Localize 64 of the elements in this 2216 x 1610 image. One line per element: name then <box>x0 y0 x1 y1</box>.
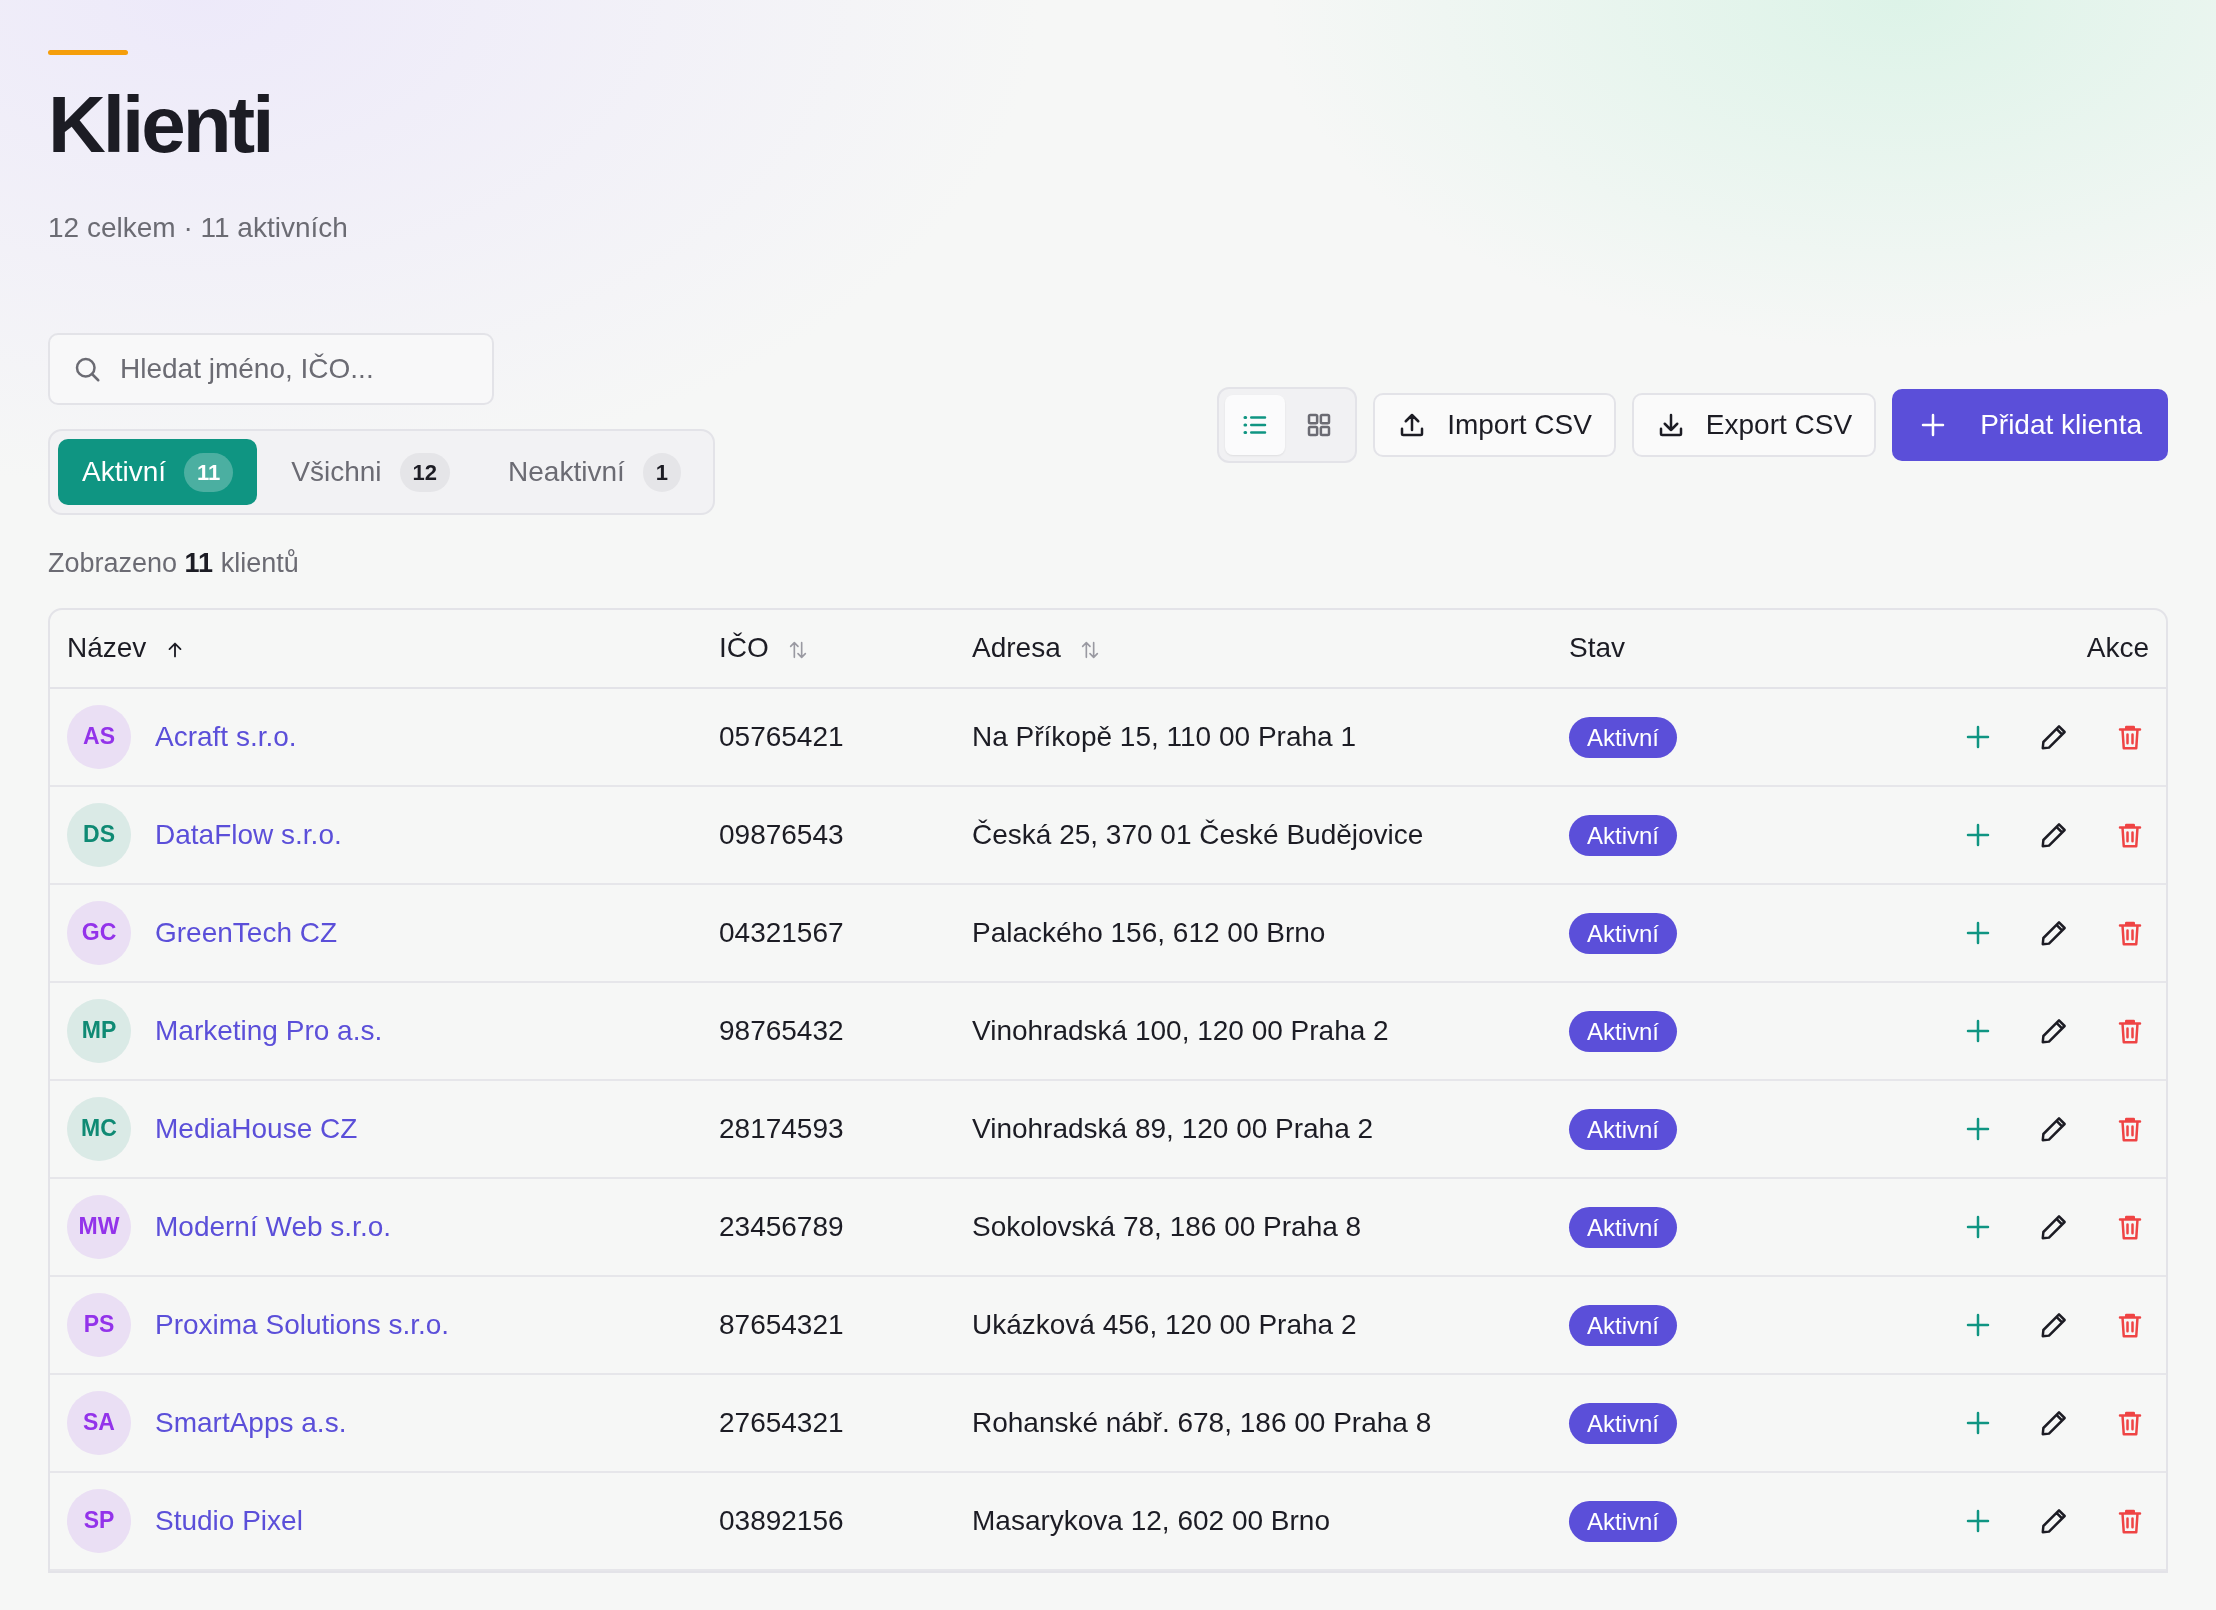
count-badge: 1 <box>642 452 681 492</box>
ico-number: 28174593 <box>719 1112 844 1144</box>
page-title: Klienti <box>48 85 273 165</box>
filter-tab[interactable]: Neaktivní 1 <box>484 439 705 505</box>
address-text: Sokolovská 78, 186 00 Praha 8 <box>972 1210 1362 1242</box>
address-text: Rohanské nábř. 678, 186 00 Praha 8 <box>972 1406 1432 1438</box>
status-badge: Aktivní <box>1569 814 1678 856</box>
import-button[interactable]: Import CSV <box>1373 393 1616 457</box>
address-text: Vinohradská 89, 120 00 Praha 2 <box>972 1112 1374 1144</box>
avatar: SP <box>67 1488 131 1553</box>
status-badge: Aktivní <box>1569 1304 1678 1346</box>
status-badge: Aktivní <box>1569 1500 1678 1542</box>
avatar: AS <box>67 704 131 769</box>
address-text: Ukázková 456, 120 00 Praha 2 <box>972 1308 1357 1340</box>
client-name-link[interactable]: DataFlow s.r.o. <box>155 813 342 856</box>
status-badge: Aktivní <box>1569 912 1678 954</box>
avatar: MP <box>67 998 131 1063</box>
column-header[interactable]: Název <box>67 632 147 663</box>
result-count: Zobrazeno 11 klientů <box>48 547 300 580</box>
ico-number: 05765421 <box>719 720 844 752</box>
client-name-link[interactable]: GreenTech CZ <box>155 911 338 954</box>
avatar: GC <box>67 900 131 965</box>
ico-number: 23456789 <box>719 1210 844 1242</box>
column-header: Stav <box>1569 632 1626 663</box>
status-badge: Aktivní <box>1569 716 1678 758</box>
status-badge: Aktivní <box>1569 1402 1678 1444</box>
status-badge: Aktivní <box>1569 1108 1678 1150</box>
count-badge: 12 <box>399 452 451 492</box>
column-header: Akce <box>2086 632 2149 663</box>
page-subtitle: 12 celkem · 11 aktivních <box>48 211 349 245</box>
address-text: Palackého 156, 612 00 Brno <box>972 916 1326 948</box>
ico-number: 27654321 <box>719 1406 844 1438</box>
status-badge: Aktivní <box>1569 1010 1678 1052</box>
filter-tab[interactable]: Všichni 12 <box>267 439 475 505</box>
avatar: SA <box>67 1390 131 1455</box>
status-badge: Aktivní <box>1569 1206 1678 1248</box>
list-view-button[interactable] <box>1225 395 1286 455</box>
ico-number: 98765432 <box>719 1014 844 1046</box>
address-text: Na Příkopě 15, 110 00 Praha 1 <box>972 720 1356 752</box>
address-text: Masarykova 12, 602 00 Brno <box>972 1504 1330 1536</box>
client-name-link[interactable]: Acraft s.r.o. <box>155 715 297 758</box>
filter-tab[interactable]: Aktivní 11 <box>58 439 258 505</box>
ico-number: 04321567 <box>719 916 844 948</box>
client-name-link[interactable]: Proxima Solutions s.r.o. <box>155 1303 450 1346</box>
add-client-button[interactable]: Přidat klienta <box>1892 389 2168 461</box>
avatar: MW <box>67 1194 131 1259</box>
ico-number: 09876543 <box>719 818 844 850</box>
client-name-link[interactable]: MediaHouse CZ <box>155 1107 358 1150</box>
count-badge: 11 <box>184 452 234 492</box>
avatar: MC <box>67 1096 131 1161</box>
column-header[interactable]: IČO <box>719 632 769 663</box>
avatar: PS <box>67 1292 131 1357</box>
client-name-link[interactable]: Marketing Pro a.s. <box>155 1009 383 1052</box>
ico-number: 03892156 <box>719 1504 844 1536</box>
address-text: Česká 25, 370 01 České Budějovice <box>972 818 1424 850</box>
avatar: DS <box>67 802 131 867</box>
client-name-link[interactable]: Studio Pixel <box>155 1499 303 1542</box>
client-name-link[interactable]: Moderní Web s.r.o. <box>155 1205 392 1248</box>
ico-number: 87654321 <box>719 1308 844 1340</box>
export-button[interactable]: Export CSV <box>1631 393 1877 457</box>
search-field[interactable]: Hledat jméno, IČO... <box>48 333 494 405</box>
address-text: Vinohradská 100, 120 00 Praha 2 <box>972 1014 1389 1046</box>
column-header[interactable]: Adresa <box>972 632 1061 663</box>
client-name-link[interactable]: SmartApps a.s. <box>155 1401 347 1444</box>
